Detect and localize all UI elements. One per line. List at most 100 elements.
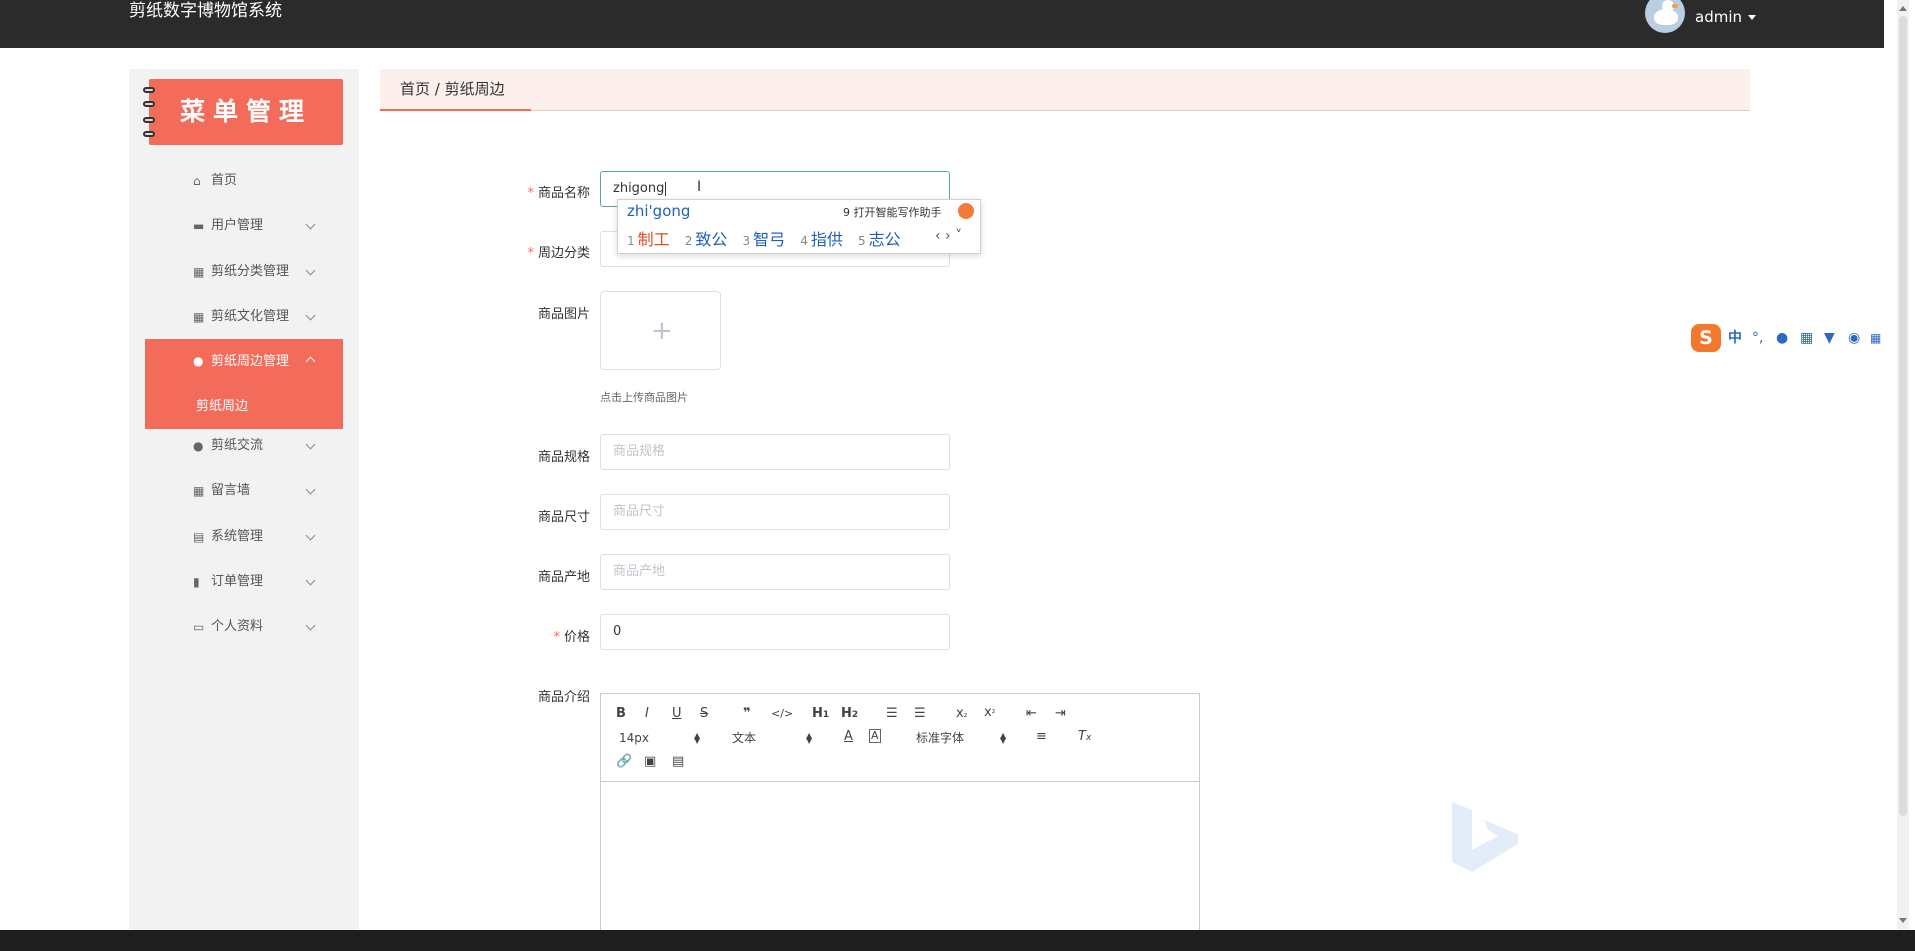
editor-toolbar: B I U S ❞ </> H1 H2 ☰ ☰ x₂ x² ⇤ ⇥ 14px ▲… [601,694,1199,782]
bing-logo-icon [1452,802,1518,872]
chevron-down-icon [305,620,316,631]
indent-icon[interactable]: ⇥ [1055,706,1066,722]
ime-page-nav[interactable]: ‹ › ˅ [935,228,962,244]
chevron-down-icon [305,530,316,541]
spec-label: 商品规格 [537,450,590,465]
breadcrumb-underline [380,109,531,111]
sidebar-item-exchange[interactable]: ● 剪纸交流 [145,426,343,466]
sidebar-item-category[interactable]: ▦ 剪纸分类管理 [145,252,343,292]
chevron-down-icon [305,310,316,321]
sidebar-item-label: 剪纸交流 [211,438,264,453]
heading1-icon[interactable]: H1 [812,706,829,723]
breadcrumb[interactable]: 首页 / 剪纸周边 [400,69,505,109]
background-color-icon[interactable]: A [869,729,881,743]
ime-status-bar[interactable]: S 中 °, ● ▦ ▼ ◉ ▦ [1688,324,1884,352]
menu-banner-title: 菜单管理 [179,97,312,126]
punctuation-icon[interactable]: °, [1752,330,1763,346]
origin-input[interactable]: 商品产地 [600,554,950,590]
skin-icon[interactable]: ▼ [1824,330,1835,346]
price-input[interactable]: 0 [600,614,950,650]
superscript-icon[interactable]: x² [984,705,995,722]
spec-input[interactable]: 商品规格 [600,434,950,470]
font-color-icon[interactable]: A [844,729,853,745]
username-label[interactable]: admin [1695,8,1742,26]
user-icon: ● [193,439,204,453]
sidebar-item-label: 系统管理 [211,529,264,544]
clear-format-icon[interactable]: Tx [1078,729,1091,746]
video-icon[interactable]: ▤ [672,754,684,770]
ime-candidate[interactable]: 1 制工 [627,230,670,249]
chevron-down-icon [305,265,316,276]
menu-banner: 菜单管理 [143,79,343,145]
align-icon[interactable]: ≡ [1036,729,1047,745]
sogou-logo-icon[interactable]: S [1691,324,1721,352]
font-size-select[interactable]: 14px [619,730,649,746]
sidebar-item-label: 订单管理 [211,574,264,589]
subscript-icon[interactable]: x₂ [956,706,967,723]
ime-candidate-popup[interactable]: zhi'gong 9 打开智能写作助手 1 制工 2 致公 3 智弓 4 指供 5 志公 … [617,199,981,254]
upload-tip: 点击上传商品图片 [600,391,688,404]
sidebar-item-profile[interactable]: ▭ 个人资料 [145,607,343,647]
price-label: * 价格 [553,630,590,645]
ime-candidate[interactable]: 3 智弓 [743,230,786,249]
bold-icon[interactable]: B [616,706,626,722]
italic-icon[interactable]: I [645,706,649,722]
code-icon[interactable]: </> [771,706,793,722]
ime-assistant-tip[interactable]: 9 打开智能写作助手 [843,204,942,220]
sidebar-item-culture[interactable]: ▦ 剪纸文化管理 [145,297,343,337]
chevron-down-icon [305,484,316,495]
scroll-up-icon[interactable] [1899,6,1907,11]
image-label: 商品图片 [537,307,590,322]
avatar[interactable] [1645,0,1685,33]
sidebar-item-orders[interactable]: ▮ 订单管理 [145,562,343,602]
sidebar-item-message-wall[interactable]: ▦ 留言墙 [145,471,343,511]
bar-chart-icon: ▮ [193,575,200,589]
clipboard-icon: ▤ [193,530,205,544]
caret-down-icon[interactable] [1748,14,1756,20]
gamepad-icon[interactable]: ◉ [1848,330,1860,346]
font-family-select[interactable]: 标准字体 [916,730,964,746]
sidebar-item-peripherals[interactable]: ● 剪纸周边管理 [145,339,343,384]
rich-text-editor[interactable]: B I U S ❞ </> H1 H2 ☰ ☰ x₂ x² ⇤ ⇥ 14px ▲… [600,693,1200,933]
block-format-select[interactable]: 文本 [732,730,756,746]
text-cursor-icon: I [697,179,702,195]
keyboard-icon[interactable]: ▦ [1800,330,1813,346]
ime-pinyin: zhi'gong [627,202,691,220]
strike-icon[interactable]: S [700,706,708,722]
ordered-list-icon[interactable]: ☰ [886,706,898,722]
sidebar-item-home[interactable]: ⌂ 首页 [145,161,343,201]
ime-candidate[interactable]: 4 指供 [800,230,843,249]
underline-icon[interactable]: U [672,706,682,722]
plus-icon: + [651,316,673,346]
sidebar-item-system[interactable]: ▤ 系统管理 [145,517,343,557]
image-icon[interactable]: ▣ [644,754,656,770]
name-label: * 商品名称 [527,186,590,201]
sidebar-item-label: 剪纸周边 [196,399,249,414]
toolbox-icon[interactable]: ▦ [1870,330,1881,346]
image-upload-box[interactable]: + [600,291,721,370]
user-menu[interactable]: admin [1645,0,1756,34]
bottom-bar [0,930,1915,951]
scrollbar-thumb[interactable] [1899,16,1907,816]
size-input[interactable]: 商品尺寸 [600,494,950,530]
sidebar-item-label: 剪纸分类管理 [211,264,290,279]
bullet-list-icon[interactable]: ☰ [914,706,926,722]
ime-mode-toggle[interactable]: 中 [1728,330,1742,346]
chevron-down-icon [305,575,316,586]
category-label: * 周边分类 [527,246,590,261]
chevron-down-icon [305,219,316,230]
quote-icon[interactable]: ❞ [743,706,751,722]
chevron-up-icon [305,356,316,367]
microphone-icon[interactable]: ● [1776,330,1788,346]
size-label: 商品尺寸 [537,510,590,525]
ime-fox-icon[interactable] [958,203,974,219]
ime-candidate[interactable]: 5 志公 [858,230,901,249]
origin-label: 商品产地 [537,570,590,585]
sidebar-item-users[interactable]: ▬ 用户管理 [145,206,343,246]
ime-candidate[interactable]: 2 致公 [685,230,728,249]
heading2-icon[interactable]: H2 [841,706,858,723]
outdent-icon[interactable]: ⇤ [1026,706,1037,722]
link-icon[interactable]: 🔗 [616,754,632,770]
sidebar-subitem-peripherals[interactable]: 剪纸周边 [145,384,343,429]
scroll-down-icon[interactable] [1899,918,1907,923]
